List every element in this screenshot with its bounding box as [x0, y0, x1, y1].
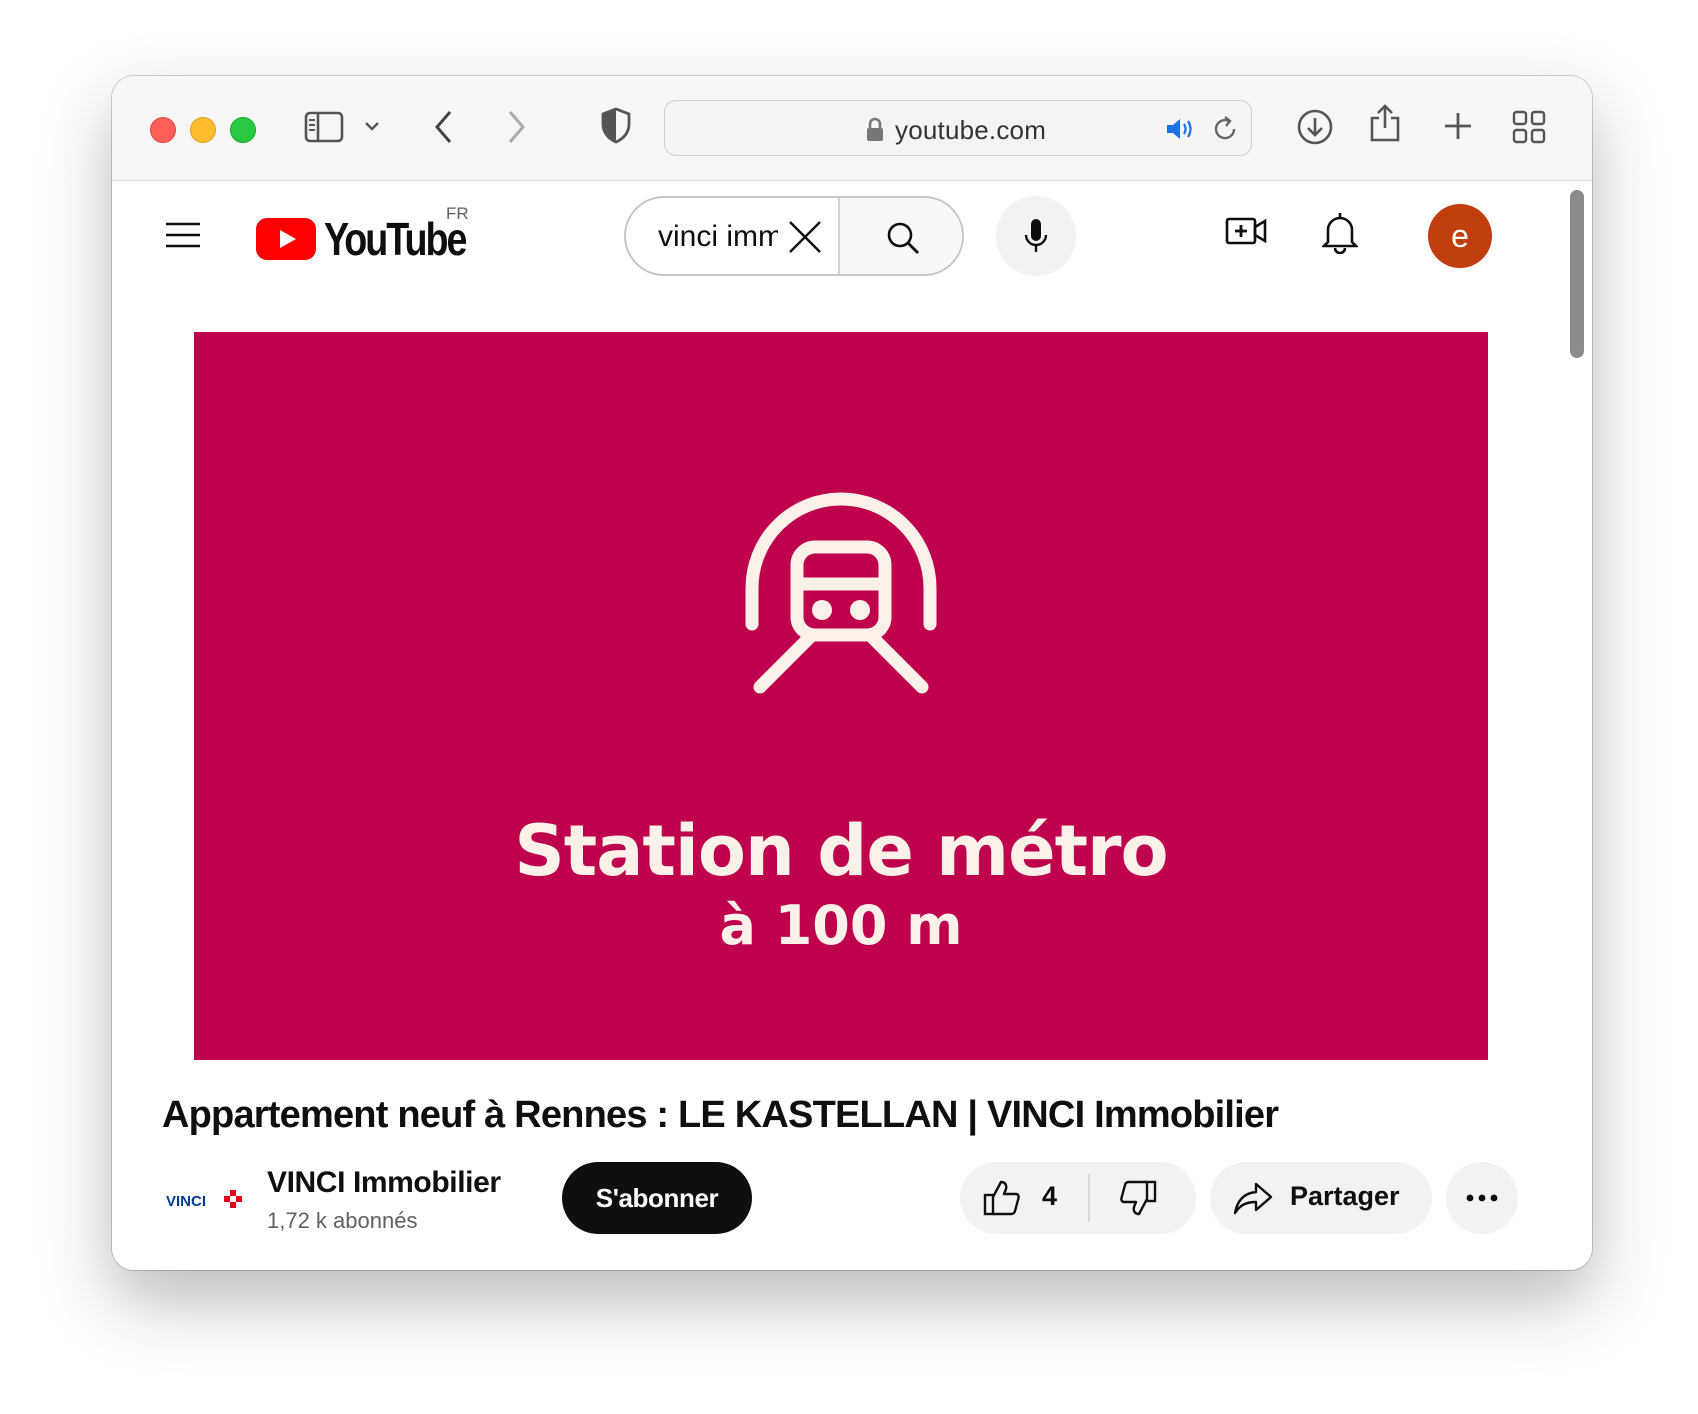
vinci-logo-icon: VINCI: [166, 1190, 242, 1210]
video-frame-subtitle: à 100 m: [719, 894, 963, 957]
forward-button[interactable]: [504, 108, 528, 146]
bell-icon: [1320, 213, 1360, 255]
thumbs-up-icon: [983, 1180, 1020, 1216]
speaker-icon[interactable]: [1165, 117, 1195, 141]
downloads-button[interactable]: [1296, 108, 1334, 146]
search-input[interactable]: [658, 218, 778, 256]
reload-icon[interactable]: [1211, 115, 1239, 143]
like-count: 4: [1042, 1181, 1058, 1211]
youtube-wordmark: YouTube: [324, 213, 467, 265]
address-bar[interactable]: youtube.com: [664, 100, 1252, 156]
metro-train-icon: [745, 492, 937, 694]
download-icon: [1297, 109, 1333, 145]
dislike-button[interactable]: [1090, 1162, 1196, 1234]
chevron-down-icon: [365, 122, 379, 131]
tab-overview-button[interactable]: [1512, 110, 1546, 144]
account-avatar[interactable]: e: [1428, 204, 1492, 268]
minimize-window-button[interactable]: [190, 117, 216, 143]
search-button[interactable]: [838, 198, 962, 274]
privacy-shield-icon: [601, 107, 631, 144]
sidebar-toggle-button[interactable]: [304, 110, 344, 144]
back-button[interactable]: [432, 108, 456, 146]
video-frame-title: Station de métro: [514, 810, 1168, 892]
zoom-window-button[interactable]: [230, 117, 256, 143]
new-tab-icon: [1445, 113, 1471, 139]
web-page: YouTube FR e: [112, 182, 1592, 1270]
guide-menu-button[interactable]: [164, 220, 202, 255]
share-icon: [1370, 104, 1400, 142]
video-title: Appartement neuf à Rennes : LE KASTELLAN…: [162, 1094, 1279, 1136]
subscriber-count: 1,72 k abonnés: [267, 1208, 418, 1233]
sidebar-icon: [304, 111, 344, 143]
browser-toolbar: youtube.com: [112, 76, 1592, 181]
youtube-play-icon: [256, 218, 316, 260]
voice-search-button[interactable]: [996, 196, 1076, 276]
lock-icon: [867, 117, 883, 141]
sidebar-menu-button[interactable]: [364, 120, 380, 132]
channel-name[interactable]: VINCI Immobilier: [267, 1166, 501, 1200]
clear-search-icon[interactable]: [786, 218, 824, 256]
more-actions-button[interactable]: [1446, 1162, 1518, 1234]
new-tab-button[interactable]: [1442, 110, 1474, 142]
like-button[interactable]: 4: [960, 1162, 1088, 1234]
like-dislike-group: 4: [960, 1162, 1196, 1234]
subscribe-button[interactable]: S'abonner: [562, 1162, 752, 1234]
thumbs-down-icon: [1120, 1180, 1157, 1216]
svg-text:VINCI: VINCI: [166, 1193, 206, 1210]
channel-row: VINCI VINCI Immobilier 1,72 k abonnés S'…: [112, 1160, 1592, 1250]
microphone-icon: [1024, 219, 1048, 252]
search-box: [624, 196, 964, 276]
hamburger-menu-icon: [166, 222, 200, 248]
forward-icon: [508, 111, 525, 143]
close-window-button[interactable]: [150, 117, 176, 143]
share-page-button[interactable]: [1368, 102, 1402, 144]
search-icon: [887, 222, 919, 254]
more-horizontal-icon: [1466, 1194, 1498, 1202]
share-button[interactable]: Partager: [1210, 1162, 1432, 1234]
create-video-icon: [1225, 217, 1267, 245]
youtube-header: YouTube FR e: [112, 182, 1592, 292]
back-icon: [435, 111, 452, 143]
country-code: FR: [446, 204, 469, 223]
video-player[interactable]: Station de métro à 100 m: [194, 332, 1488, 1060]
notifications-button[interactable]: [1320, 210, 1360, 259]
browser-window: youtube.com YouTube FR vinci imm e Stati…: [112, 76, 1592, 1270]
url-text: youtube.com: [895, 115, 1047, 145]
share-arrow-icon: [1233, 1182, 1273, 1215]
tab-overview-icon: [1512, 110, 1546, 144]
privacy-report-button[interactable]: [600, 106, 632, 144]
share-label: Partager: [1290, 1181, 1400, 1211]
create-button[interactable]: [1224, 214, 1268, 253]
channel-logo[interactable]: VINCI: [164, 1178, 244, 1223]
